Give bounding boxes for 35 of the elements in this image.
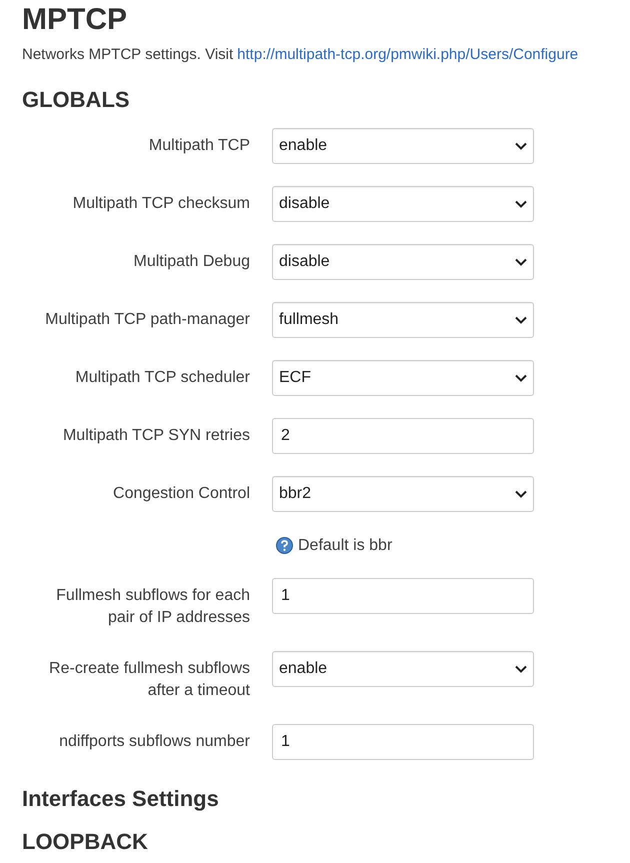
field-label: Multipath TCP checksum — [72, 194, 250, 214]
chevron-icon — [515, 374, 527, 382]
chevron-icon — [515, 490, 527, 498]
chevron-icon — [515, 200, 527, 208]
text-field[interactable]: 2 — [272, 418, 534, 454]
text-field[interactable]: 1 — [272, 578, 534, 614]
subsection-heading: Interfaces Settings — [22, 784, 220, 813]
description-text: Networks MPTCP settings. Visit — [22, 45, 234, 65]
help-text: Default is bbr — [276, 534, 392, 558]
dropdown-field[interactable]: ECF — [272, 360, 534, 396]
chevron-icon — [515, 316, 527, 324]
field-label: Fullmesh subflows for each pair of IP addresses — [55, 586, 250, 628]
dropdown-field[interactable]: enable — [272, 650, 534, 686]
page-title: MPTCP — [22, 2, 128, 38]
chevron-icon — [515, 258, 527, 266]
field-label: ndiffports subflows number — [58, 732, 250, 752]
section-heading: GLOBALS — [22, 86, 131, 114]
text-field[interactable]: 1 — [272, 724, 534, 760]
field-label: Multipath TCP SYN retries — [62, 426, 250, 446]
documentation-link[interactable]: http://multipath-tcp.org/pmwiki.php/Users/Configure — [237, 44, 578, 66]
field-label: Re-create fullmesh subflows after a timeout — [48, 658, 250, 700]
chevron-icon — [515, 664, 527, 672]
field-label: Multipath TCP scheduler — [74, 368, 250, 388]
field-label: Multipath Debug — [132, 252, 250, 272]
field-label: Multipath TCP path-manager — [44, 310, 250, 330]
dropdown-field[interactable]: disable — [272, 186, 534, 222]
dropdown-field[interactable]: fullmesh — [272, 302, 534, 338]
section-heading: LOOPBACK — [22, 828, 149, 856]
dropdown-field[interactable]: disable — [272, 244, 534, 280]
help-icon — [276, 537, 293, 554]
dropdown-field[interactable]: bbr2 — [272, 476, 534, 512]
field-label: Multipath TCP — [148, 136, 250, 156]
dropdown-field[interactable]: enable — [272, 128, 534, 164]
chevron-icon — [515, 142, 527, 150]
field-label: Congestion Control — [112, 484, 250, 504]
